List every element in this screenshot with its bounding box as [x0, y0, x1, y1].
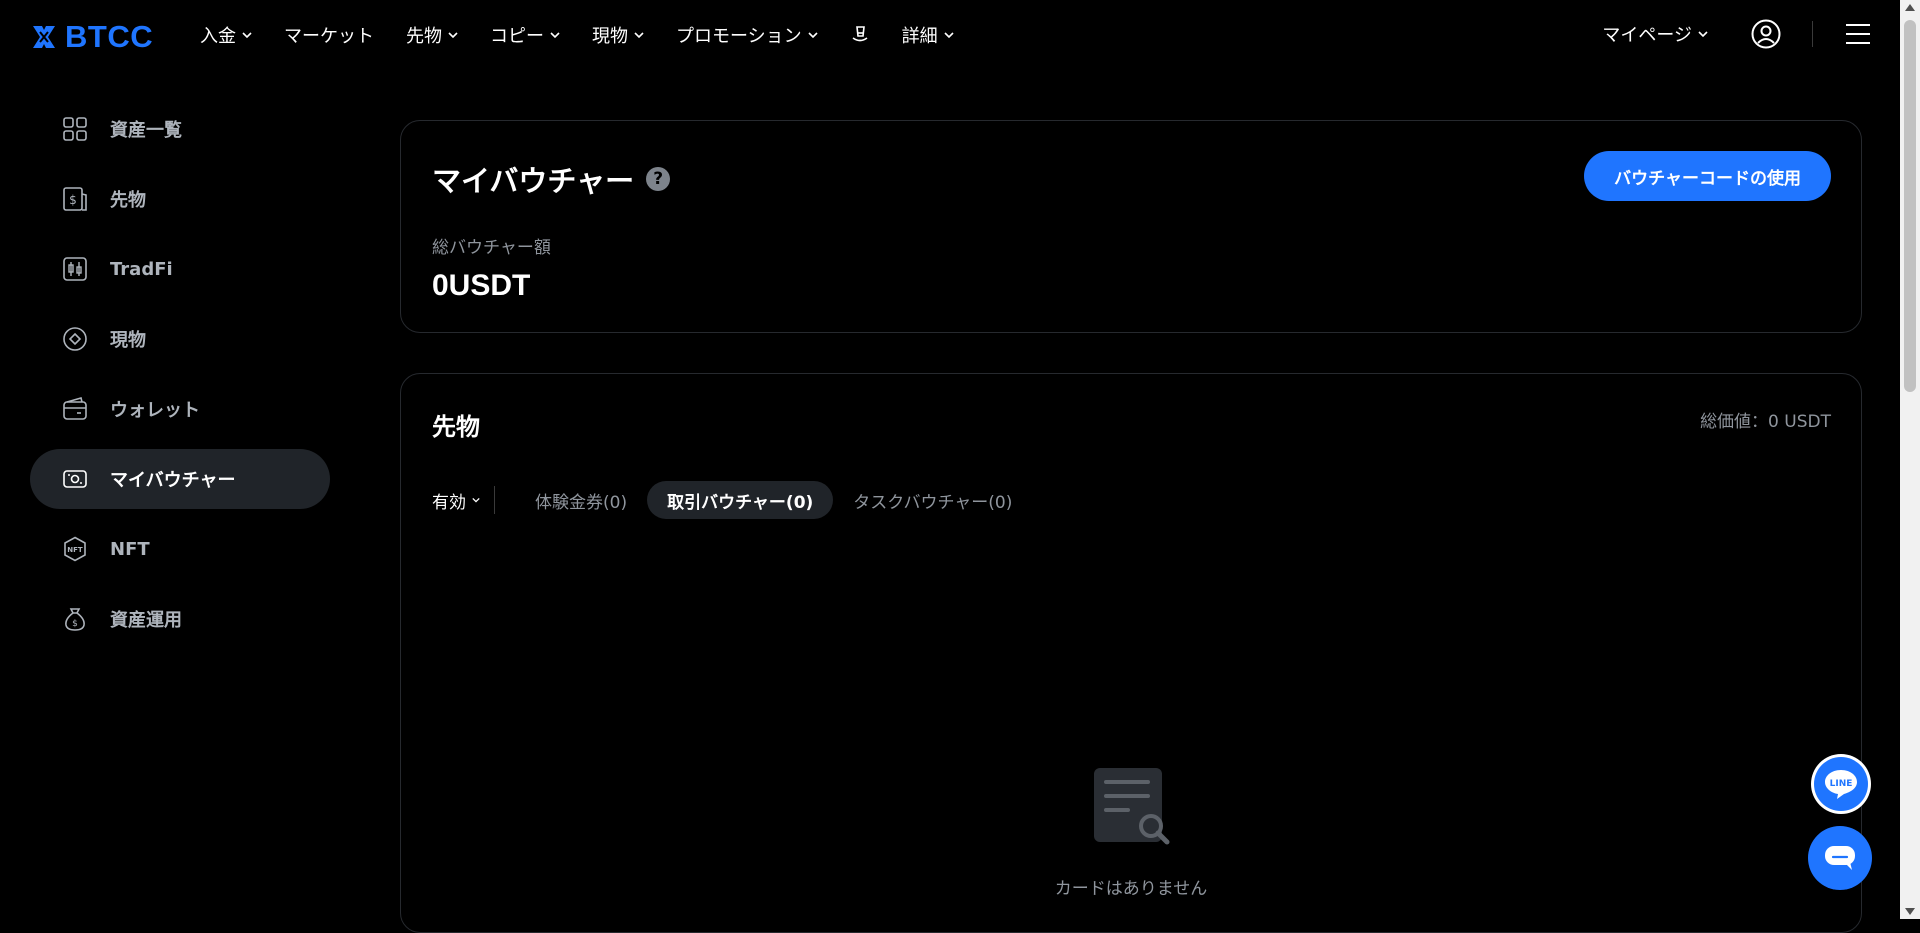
sidebar-item-label: 資産一覧 [110, 120, 182, 141]
btcc-logo-icon [33, 26, 55, 48]
page-title: マイバウチャー ? [432, 158, 671, 200]
sidebar-item-assets[interactable]: 資産一覧 [30, 99, 330, 159]
support-chat-button[interactable] [1808, 826, 1872, 890]
nav-copy[interactable]: コピー [490, 22, 560, 48]
chevron-down-icon [808, 32, 818, 39]
sidebar-item-label: 現物 [110, 330, 146, 351]
nft-icon: NFT [64, 536, 86, 562]
nav-details[interactable]: 詳細 [902, 22, 954, 48]
use-voucher-code-button[interactable]: バウチャーコードの使用 [1584, 151, 1831, 201]
total-voucher-value: 0USDT [432, 269, 531, 302]
chevron-down-icon [242, 32, 252, 39]
empty-state-text: カードはありません [1054, 879, 1208, 899]
sidebar-item-label: ウォレット [110, 400, 200, 421]
voucher-summary-card: マイバウチャー ? バウチャーコードの使用 総バウチャー額 0USDT [400, 120, 1862, 333]
chevron-down-icon [472, 497, 480, 503]
futures-voucher-section: 先物 総価値：0 USDT 有効 体験金券(0) 取引バウチャー(0) タスクバ… [400, 373, 1862, 933]
hat-icon [852, 26, 868, 42]
section-title: 先物 [432, 413, 480, 441]
nav-hat[interactable] [850, 25, 870, 45]
nav-divider [1812, 21, 1813, 47]
page-scrollbar[interactable] [1900, 0, 1920, 919]
page-title-text: マイバウチャー [432, 164, 635, 198]
chevron-down-icon [448, 32, 458, 39]
sidebar-item-asset-management[interactable]: $ 資産運用 [30, 589, 330, 649]
sidebar-item-label: 先物 [110, 190, 146, 211]
sidebar-item-nft[interactable]: NFT NFT [30, 519, 330, 579]
main-menu: 入金 マーケット 先物 コピー 現物 プロモーション 詳細 [200, 22, 986, 48]
nav-deposit-label: 入金 [200, 26, 236, 47]
filter-divider [494, 486, 495, 514]
line-chat-button[interactable]: LINE [1811, 754, 1871, 814]
sidebar-item-label: TradFi [110, 258, 173, 280]
user-account-icon[interactable] [1750, 18, 1782, 50]
chat-bubble-icon [1825, 846, 1855, 870]
moneybag-icon: $ [65, 608, 85, 631]
nav-market[interactable]: マーケット [284, 22, 374, 48]
line-icon: LINE [1825, 770, 1857, 799]
mypage-menu[interactable]: マイページ [1602, 21, 1708, 47]
sidebar-item-label: 資産運用 [110, 610, 182, 631]
sidebar-item-tradfi[interactable]: TradFi [30, 239, 330, 299]
section-total-value: 総価値：0 USDT [1700, 412, 1831, 432]
wallet-icon [63, 397, 87, 420]
sidebar-item-label: マイバウチャー [110, 470, 236, 491]
help-icon[interactable]: ? [646, 167, 671, 191]
chevron-down-icon [944, 32, 954, 39]
sidebar-item-my-voucher[interactable]: マイバウチャー [30, 449, 330, 509]
tab-trial-voucher[interactable]: 体験金券(0) [515, 481, 647, 519]
btcc-logo[interactable]: BTCC [29, 19, 153, 55]
sidebar-item-futures[interactable]: $ 先物 [30, 169, 330, 229]
sidebar: 資産一覧 $ 先物 TradFi 現物 ウォレット マイバウチャー NFT NF… [30, 99, 330, 659]
nav-spot-label: 現物 [592, 26, 628, 47]
nav-right: マイページ [1602, 18, 1900, 50]
nav-futures-label: 先物 [406, 26, 442, 47]
sidebar-item-wallet[interactable]: ウォレット [30, 379, 330, 439]
sidebar-item-spot[interactable]: 現物 [30, 309, 330, 369]
logo-text: BTCC [65, 19, 154, 54]
hamburger-menu-icon[interactable] [1845, 23, 1871, 45]
sidebar-item-label: NFT [110, 538, 150, 560]
tab-task-voucher[interactable]: タスクバウチャー(0) [833, 481, 1032, 519]
line-badge: LINE [1814, 757, 1868, 811]
nav-details-label: 詳細 [901, 26, 938, 47]
scroll-up-arrow-icon[interactable] [1905, 4, 1915, 11]
chevron-down-icon [1698, 31, 1708, 38]
chevron-down-icon [550, 32, 560, 39]
top-navigation: BTCC 入金 マーケット 先物 コピー 現物 プロモーション 詳細 マイページ [0, 0, 1900, 69]
nav-futures[interactable]: 先物 [406, 22, 458, 48]
spot-icon [63, 327, 87, 351]
status-filter-label: 有効 [432, 492, 466, 513]
nav-copy-label: コピー [490, 26, 544, 47]
svg-text:$: $ [72, 619, 78, 629]
nav-promotion-label: プロモーション [676, 26, 802, 47]
grid-icon [63, 117, 87, 141]
nav-promotion[interactable]: プロモーション [676, 22, 818, 48]
nav-market-label: マーケット [284, 26, 374, 47]
filter-row: 有効 体験金券(0) 取引バウチャー(0) タスクバウチャー(0) [432, 481, 1032, 519]
empty-state: カードはありません [401, 766, 1861, 899]
chevron-down-icon [634, 32, 644, 39]
nav-deposit[interactable]: 入金 [200, 22, 252, 48]
scroll-down-arrow-icon[interactable] [1905, 908, 1915, 915]
svg-text:NFT: NFT [67, 546, 83, 554]
candles-icon [63, 257, 87, 281]
futures-icon: $ [63, 187, 87, 211]
mypage-label: マイページ [1602, 25, 1692, 46]
total-voucher-label: 総バウチャー額 [432, 238, 551, 258]
svg-text:$: $ [69, 193, 77, 207]
nav-spot[interactable]: 現物 [592, 22, 644, 48]
voucher-icon [63, 470, 87, 488]
line-label: LINE [1830, 779, 1853, 789]
empty-document-search-icon [1094, 768, 1170, 845]
scrollbar-thumb[interactable] [1904, 20, 1916, 392]
status-filter-dropdown[interactable]: 有効 [432, 488, 480, 513]
tab-trading-voucher[interactable]: 取引バウチャー(0) [647, 481, 834, 519]
